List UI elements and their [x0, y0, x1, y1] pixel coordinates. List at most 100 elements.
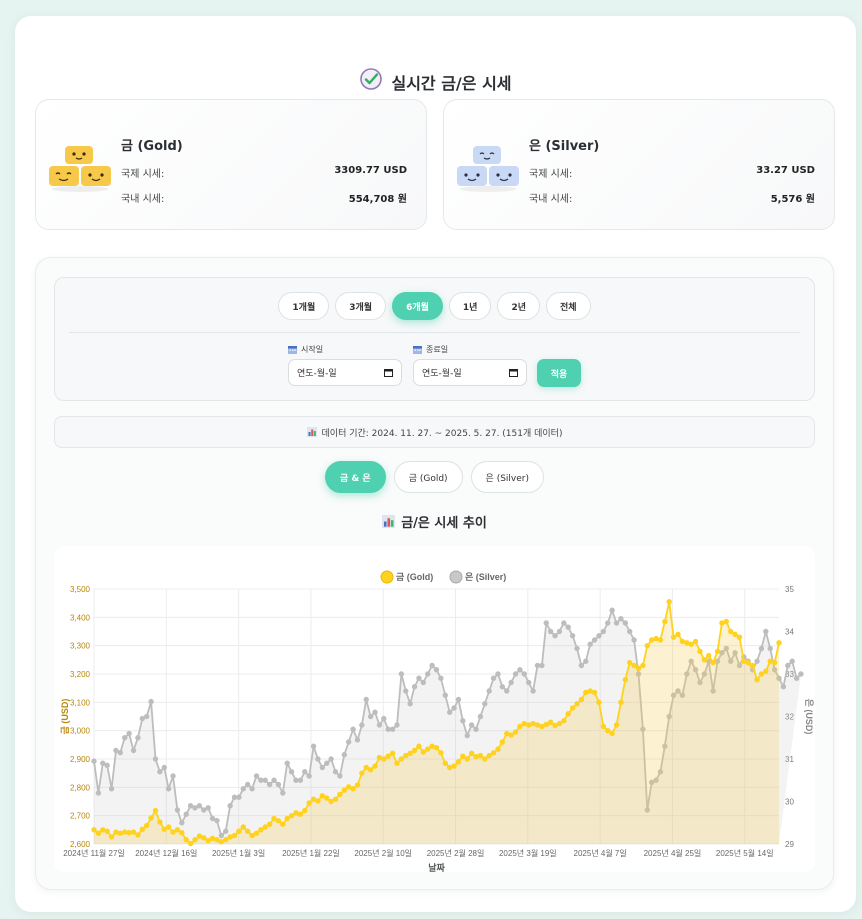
- period-6m-button[interactable]: 6개월: [392, 292, 443, 320]
- period-2y-button[interactable]: 2년: [497, 292, 540, 320]
- y-left-tick-label: 3,100: [70, 698, 91, 707]
- price-line-chart: 2,600 2,700 2,800 2,900 3,000 3,100 3,200 3,300…: [60, 570, 814, 872]
- data-point-gold: [354, 782, 361, 788]
- data-point-silver: [460, 718, 466, 724]
- data-point-silver: [91, 758, 97, 764]
- data-point-gold: [275, 818, 282, 824]
- end-date-group: 종료일 연도-월-일: [413, 344, 527, 386]
- data-point-silver: [482, 701, 488, 707]
- data-point-gold: [745, 659, 751, 666]
- data-point-gold: [394, 760, 400, 766]
- data-point-gold: [416, 743, 422, 749]
- x-tick-label: 2025년 2월 10일: [354, 848, 412, 858]
- data-point-silver: [223, 828, 229, 834]
- data-point-gold: [284, 815, 290, 822]
- start-date-label: 시작일: [288, 344, 402, 355]
- data-point-gold: [332, 796, 339, 802]
- tab-gold[interactable]: 금 (Gold): [393, 461, 463, 493]
- data-point-gold: [587, 688, 593, 694]
- data-point-silver: [201, 807, 207, 813]
- data-point-silver: [170, 773, 176, 779]
- data-point-gold: [627, 659, 633, 666]
- data-point-silver: [407, 701, 413, 707]
- data-point-silver: [561, 620, 567, 626]
- data-point-silver: [574, 645, 580, 652]
- data-point-silver: [785, 662, 791, 669]
- data-point-silver: [183, 811, 189, 817]
- data-point-gold: [688, 641, 694, 647]
- period-3m-button[interactable]: 3개월: [335, 292, 387, 320]
- data-point-gold: [631, 662, 637, 669]
- data-point-silver: [468, 722, 475, 728]
- data-point-gold: [675, 631, 681, 638]
- x-tick-label: 2025년 4월 25일: [644, 848, 702, 858]
- date-picker-icon[interactable]: [509, 368, 518, 377]
- data-point-silver: [569, 633, 576, 639]
- data-point-gold: [763, 668, 769, 674]
- data-point-silver: [464, 732, 470, 739]
- data-point-silver: [157, 769, 163, 775]
- calendar-icon: [288, 345, 297, 354]
- silver-dom-row: 국내 시세: 5,576 원: [529, 190, 815, 205]
- data-point-gold: [662, 618, 668, 625]
- x-tick-label: 2024년 11월 27일: [63, 848, 125, 858]
- period-1y-button[interactable]: 1년: [448, 292, 492, 320]
- data-point-gold: [179, 829, 185, 836]
- data-point-silver: [455, 696, 462, 703]
- data-point-gold: [543, 721, 549, 728]
- data-point-gold: [337, 791, 343, 798]
- start-date-input[interactable]: 연도-월-일: [288, 359, 402, 386]
- apply-button[interactable]: 적용: [537, 359, 581, 387]
- metal-tabs: 금 & 은 금 (Gold) 은 (Silver): [36, 461, 833, 493]
- silver-intl-label: 국제 시세:: [529, 169, 573, 180]
- data-point-gold: [736, 634, 743, 640]
- data-point-gold: [776, 640, 782, 646]
- data-range-info: 데이터 기간: 2024. 11. 27. ~ 2025. 5. 27. (15…: [54, 416, 815, 448]
- data-point-gold: [556, 720, 563, 727]
- data-point-silver: [174, 807, 181, 813]
- data-point-gold: [732, 631, 738, 638]
- data-point-silver: [504, 688, 510, 694]
- data-point-gold: [504, 730, 510, 737]
- data-point-gold: [293, 810, 299, 816]
- end-date-input[interactable]: 연도-월-일: [413, 359, 527, 386]
- data-point-gold: [640, 662, 646, 669]
- bar-chart-icon: [382, 515, 396, 528]
- tab-silver[interactable]: 은 (Silver): [470, 461, 544, 493]
- data-point-gold: [583, 689, 589, 696]
- data-point-gold: [253, 830, 260, 836]
- data-point-gold: [420, 749, 427, 755]
- gold-price-card: 금 (Gold) 국제 시세: 3309.77 USD 국내 시세: 554,7…: [35, 99, 427, 230]
- data-point-silver: [187, 803, 194, 809]
- gold-intl-row: 국제 시세: 3309.77 USD: [121, 165, 407, 180]
- silver-price-card: 은 (Silver) 국제 시세: 33.27 USD 국내 시세: 5,576…: [443, 99, 835, 230]
- data-point-gold: [600, 723, 607, 730]
- data-point-gold: [135, 832, 141, 838]
- data-point-gold: [122, 829, 128, 835]
- data-point-gold: [258, 827, 264, 833]
- data-point-gold: [240, 824, 246, 830]
- data-point-gold: [666, 599, 672, 605]
- data-point-silver: [337, 773, 343, 779]
- period-all-button[interactable]: 전체: [546, 292, 591, 320]
- data-point-silver: [258, 777, 264, 783]
- data-point-silver: [376, 722, 383, 728]
- data-point-silver: [411, 684, 418, 690]
- data-point-silver: [205, 805, 211, 811]
- date-picker-icon[interactable]: [384, 368, 393, 377]
- x-tick-label: 2025년 1월 22일: [282, 848, 340, 858]
- start-date-value: 연도-월-일: [297, 369, 337, 379]
- data-point-silver: [266, 781, 273, 788]
- tab-gold-silver[interactable]: 금 & 은: [325, 461, 386, 493]
- legend-gold-label: 금 (Gold): [396, 572, 433, 582]
- data-point-gold: [517, 723, 523, 730]
- data-point-gold: [411, 747, 418, 754]
- y-right-axis-title: 은 (USD): [804, 699, 814, 735]
- data-point-gold: [244, 828, 251, 834]
- data-point-silver: [227, 803, 233, 809]
- y-left-tick-label: 3,200: [70, 670, 91, 679]
- chart-title-text: 금/은 시세 추이: [401, 516, 487, 531]
- data-point-gold: [605, 727, 611, 734]
- data-point-silver: [556, 628, 563, 635]
- period-1m-button[interactable]: 1개월: [278, 292, 330, 320]
